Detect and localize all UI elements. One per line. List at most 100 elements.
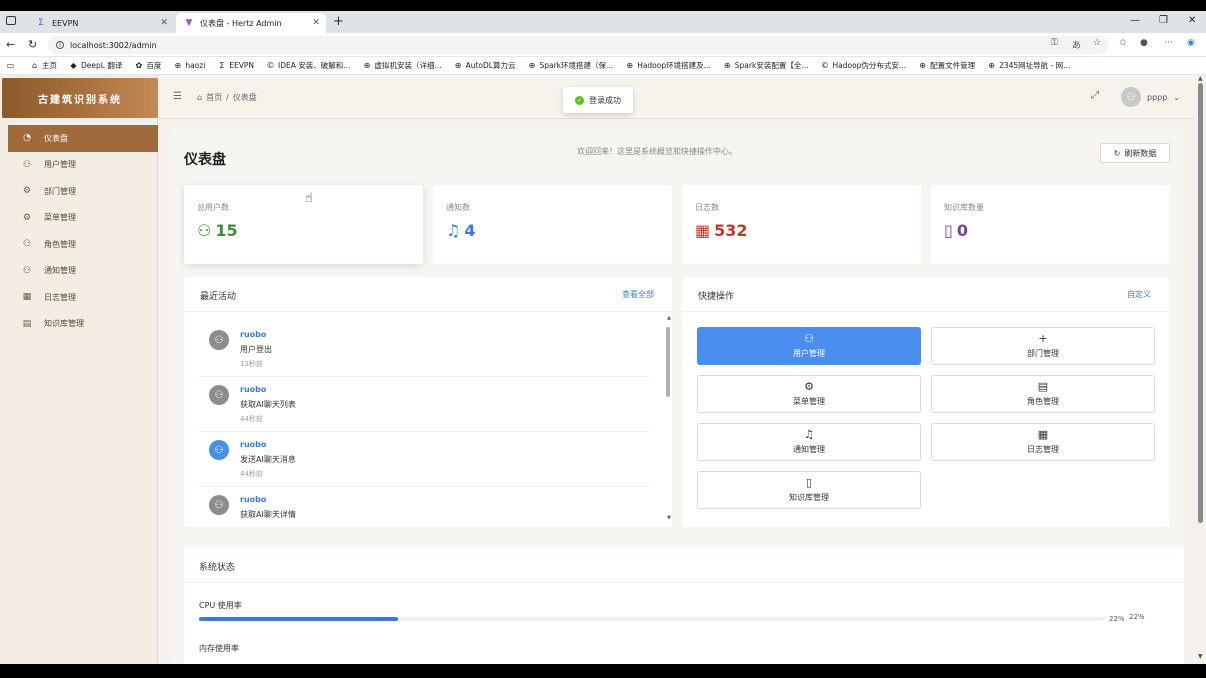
customize-link[interactable]: 自定义 <box>1127 289 1151 300</box>
info-icon[interactable]: i <box>56 41 64 49</box>
bookmark-label: AutoDL算力云 <box>465 61 516 70</box>
bookmark-item[interactable]: © Hadoop伪分布式安... <box>820 60 906 71</box>
bookmark-item[interactable]: ⊕ Spark安装配置【全... <box>723 60 809 71</box>
globe-icon: ⊕ <box>988 61 995 70</box>
profile-icon[interactable]: ● <box>1140 38 1148 48</box>
breadcrumb-current: 仪表盘 <box>232 93 257 102</box>
bookmark-item[interactable]: ⊕ 2345网址导航 - 网... <box>987 60 1070 71</box>
bookmark-item[interactable]: ◆ DeepL 翻译 <box>69 60 122 71</box>
star-icon[interactable]: ☆ <box>1093 38 1101 48</box>
activity-user[interactable]: ruobo <box>240 385 266 394</box>
maximize-icon[interactable]: ❐ <box>1159 15 1168 26</box>
bookmark-item[interactable]: © IDEA 安装、破解和... <box>266 60 351 71</box>
avatar: ⚇ <box>209 440 229 460</box>
reload-icon[interactable]: ↻ <box>28 38 37 51</box>
sigma-icon: Σ <box>219 61 225 70</box>
url-text: localhost:3002/admin <box>70 40 157 50</box>
bookmark-item[interactable]: Σ EEVPN <box>217 61 254 70</box>
page-scrollbar[interactable]: ▲ ▼ <box>1195 75 1206 664</box>
bookmark-label: EEVPN <box>229 61 255 70</box>
scroll-up-icon[interactable]: ▲ <box>1198 75 1203 82</box>
sidebar-item[interactable]: ▤ 知识库管理 <box>0 311 158 338</box>
bookmark-item[interactable]: ⊕ AutoDL算力云 <box>454 60 516 71</box>
close-icon[interactable]: ✕ <box>312 18 320 28</box>
quick-action-button[interactable]: ▯ 知识库管理 <box>697 471 921 509</box>
scroll-up-icon[interactable]: ▲ <box>667 315 671 321</box>
stat-label: 总用户数 <box>197 203 229 212</box>
bookmark-item[interactable]: ⊕ haozi <box>173 61 205 70</box>
favorites-icon[interactable]: ✩ <box>1119 38 1127 48</box>
stat-value: ▦ 532 <box>695 221 748 240</box>
sidebar-item[interactable]: ⚇ 通知管理 <box>0 258 158 285</box>
stat-label: 知识库数量 <box>944 203 984 212</box>
bookmark-label: Spark安装配置【全... <box>734 61 809 70</box>
stat-label: 通知数 <box>446 203 470 212</box>
url-field[interactable]: i localhost:3002/admin <box>48 36 1108 54</box>
quick-action-button[interactable]: ⚇ 用户管理 <box>697 327 921 365</box>
sidebar-item-label: 日志管理 <box>44 292 76 302</box>
browser-tab-eevpn[interactable]: Σ EEVPN ✕ <box>28 13 174 33</box>
log-icon: ▦ <box>1037 428 1049 441</box>
breadcrumb-home[interactable]: 首页 <box>206 92 222 103</box>
bookmark-item[interactable]: ⌂ 主页 <box>30 60 57 71</box>
sidebar-item[interactable]: ⚇ 用户管理 <box>0 152 158 179</box>
scroll-down-icon[interactable]: ▼ <box>1198 653 1203 660</box>
cpu-usage-percent: 22% <box>1109 615 1125 623</box>
quick-action-button[interactable]: ▦ 日志管理 <box>931 423 1155 461</box>
activity-user[interactable]: ruobo <box>240 495 266 504</box>
activity-time: 44秒前 <box>240 415 263 423</box>
new-tab-icon[interactable]: + <box>333 14 344 29</box>
sidebar-item[interactable]: ◔ 仪表盘 <box>8 125 158 152</box>
bookmark-item[interactable]: ✿ 百度 <box>134 60 161 71</box>
top-header: ☰ ⌂ 首页 / 仪表盘 ⤢ ⚇ pppp ⌄ <box>159 75 1206 119</box>
key-icon[interactable]: ⚿ <box>1051 38 1058 48</box>
menu-collapse-icon[interactable]: ☰ <box>173 91 182 102</box>
bookmark-label: 配置文件管理 <box>930 61 976 70</box>
activity-user[interactable]: ruobo <box>240 330 266 339</box>
bookmark-label: Hadoop伪分布式安... <box>832 61 907 70</box>
more-icon[interactable]: ⋯ <box>1164 38 1173 48</box>
bookmark-item[interactable]: ⊕ 配置文件管理 <box>918 60 975 71</box>
globe-icon: ⊕ <box>528 61 536 70</box>
avatar: ⚇ <box>209 330 229 350</box>
stat-value: ⚇ 15 <box>197 221 238 240</box>
minimize-icon[interactable]: — <box>1130 15 1140 26</box>
sidebar-item[interactable]: ⚙ 部门管理 <box>0 178 158 205</box>
close-icon[interactable]: ✕ <box>160 18 168 28</box>
tab-title: EEVPN <box>52 18 79 28</box>
view-all-link[interactable]: 查看全部 <box>622 289 654 300</box>
quick-action-button[interactable]: ⚙ 菜单管理 <box>697 375 921 413</box>
activity-user[interactable]: ruobo <box>240 440 266 449</box>
activity-list[interactable]: ⚇ ruobo 用户登出 13秒前 ⚇ ruobo 获取AI聊天列表 44秒前 ⚇ … <box>199 322 649 522</box>
stat-value: ♫ 4 <box>446 221 475 240</box>
window-close-icon[interactable]: ✕ <box>1188 15 1196 26</box>
sidebar-item[interactable]: ⚙ 菜单管理 <box>0 205 158 232</box>
breadcrumb-separator: / <box>226 93 229 102</box>
back-icon[interactable]: ← <box>6 38 15 51</box>
user-menu[interactable]: ⚇ pppp ⌄ <box>1121 87 1180 107</box>
scroll-down-icon[interactable]: ▼ <box>667 515 671 521</box>
browser-tab-dashboard[interactable]: ▼ 仪表盘 - Hertz Admin ✕ <box>176 13 326 33</box>
sidebar-item-label: 角色管理 <box>44 239 76 249</box>
tab-actions-icon[interactable] <box>6 16 16 25</box>
bell-icon: ♫ <box>804 428 814 441</box>
sidebar-item[interactable]: ⚇ 角色管理 <box>0 231 158 258</box>
home-icon: ⌂ <box>31 61 38 70</box>
sidebar-item[interactable]: ▦ 日志管理 <box>0 284 158 311</box>
bookmark-item[interactable]: ⊕ Hadoop环境搭建及... <box>625 60 710 71</box>
translate-icon[interactable]: あ <box>1072 38 1081 51</box>
bookmarks-bar: ▭ ⌂ 主页 ◆ DeepL 翻译 ✿ 百度 ⊕ haozi Σ EEVPN © IDEA 安装、破解和… <box>0 57 1206 75</box>
activity-scrollbar[interactable] <box>666 327 670 397</box>
fullscreen-icon[interactable]: ⤢ <box>1091 90 1099 101</box>
page-scroll-thumb[interactable] <box>1198 83 1203 523</box>
globe-icon: ⊕ <box>174 61 182 70</box>
tab-search-icon[interactable]: ▭ <box>6 61 18 70</box>
copilot-icon[interactable]: ◉ <box>1187 38 1195 48</box>
refresh-button[interactable]: ↻ 刷新数据 <box>1100 143 1170 163</box>
bookmark-item[interactable]: ⊕ Spark环境搭建（保... <box>527 60 614 71</box>
quick-action-label: 部门管理 <box>1027 349 1059 358</box>
quick-action-button[interactable]: ♫ 通知管理 <box>697 423 921 461</box>
quick-action-button[interactable]: + 部门管理 <box>931 327 1155 365</box>
bookmark-item[interactable]: ⊕ 虚拟机安装（详细... <box>362 60 442 71</box>
quick-action-button[interactable]: ▤ 角色管理 <box>931 375 1155 413</box>
